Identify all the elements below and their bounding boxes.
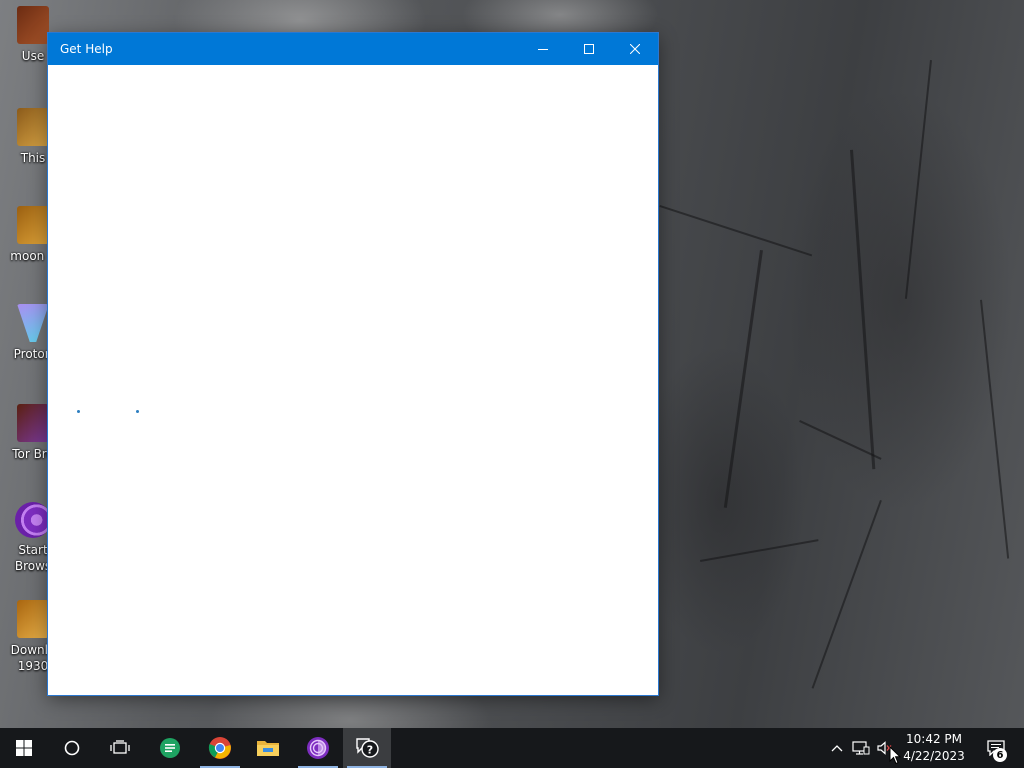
clock-time: 10:42 PM — [906, 732, 962, 746]
show-hidden-icons-button[interactable] — [826, 728, 848, 768]
protonvpn-icon — [17, 304, 49, 342]
search-button[interactable] — [48, 728, 96, 768]
task-view-button[interactable] — [96, 728, 144, 768]
file-explorer-icon — [257, 741, 279, 756]
window-content — [48, 65, 658, 695]
maximize-icon — [584, 44, 594, 54]
close-icon — [630, 44, 640, 54]
minimize-icon — [538, 49, 548, 50]
minimize-button[interactable] — [520, 33, 566, 65]
chevron-up-icon — [831, 745, 843, 752]
svg-text:?: ? — [367, 744, 373, 757]
windows-logo-icon — [16, 740, 32, 756]
notification-count-badge: 6 — [993, 748, 1007, 762]
taskbar-get-help[interactable]: ? — [343, 728, 391, 768]
taskbar-chrome[interactable] — [196, 728, 244, 768]
task-view-icon — [110, 740, 130, 754]
mouse-cursor-icon — [889, 746, 901, 765]
window-title: Get Help — [60, 42, 113, 56]
start-button[interactable] — [0, 728, 48, 768]
window-titlebar[interactable]: Get Help — [48, 33, 658, 65]
taskbar: ? 10:42 PM 4/22/2023 — [0, 728, 1024, 768]
taskbar-sheets[interactable] — [146, 728, 194, 768]
maximize-button[interactable] — [566, 33, 612, 65]
loading-dot — [77, 410, 80, 413]
taskbar-tor-browser[interactable] — [294, 728, 342, 768]
loading-dot — [136, 410, 139, 413]
downloads-folder-icon — [17, 600, 49, 638]
clock-date: 4/22/2023 — [903, 749, 965, 763]
this-pc-icon — [17, 108, 49, 146]
folder-icon — [17, 206, 49, 244]
close-button[interactable] — [612, 33, 658, 65]
network-icon — [852, 741, 870, 755]
chrome-icon — [208, 737, 231, 759]
clock[interactable]: 10:42 PM 4/22/2023 — [898, 728, 970, 768]
google-sheets-icon — [160, 738, 180, 758]
get-help-icon: ? — [356, 738, 379, 758]
cortana-circle-icon — [64, 740, 80, 756]
tor-browser-icon — [307, 737, 329, 759]
network-button[interactable] — [850, 728, 872, 768]
get-help-window: Get Help — [48, 33, 658, 695]
user-folder-icon — [17, 6, 49, 44]
tor-browser-folder-icon — [17, 404, 49, 442]
taskbar-file-explorer[interactable] — [244, 728, 292, 768]
tor-browser-icon — [15, 502, 51, 538]
